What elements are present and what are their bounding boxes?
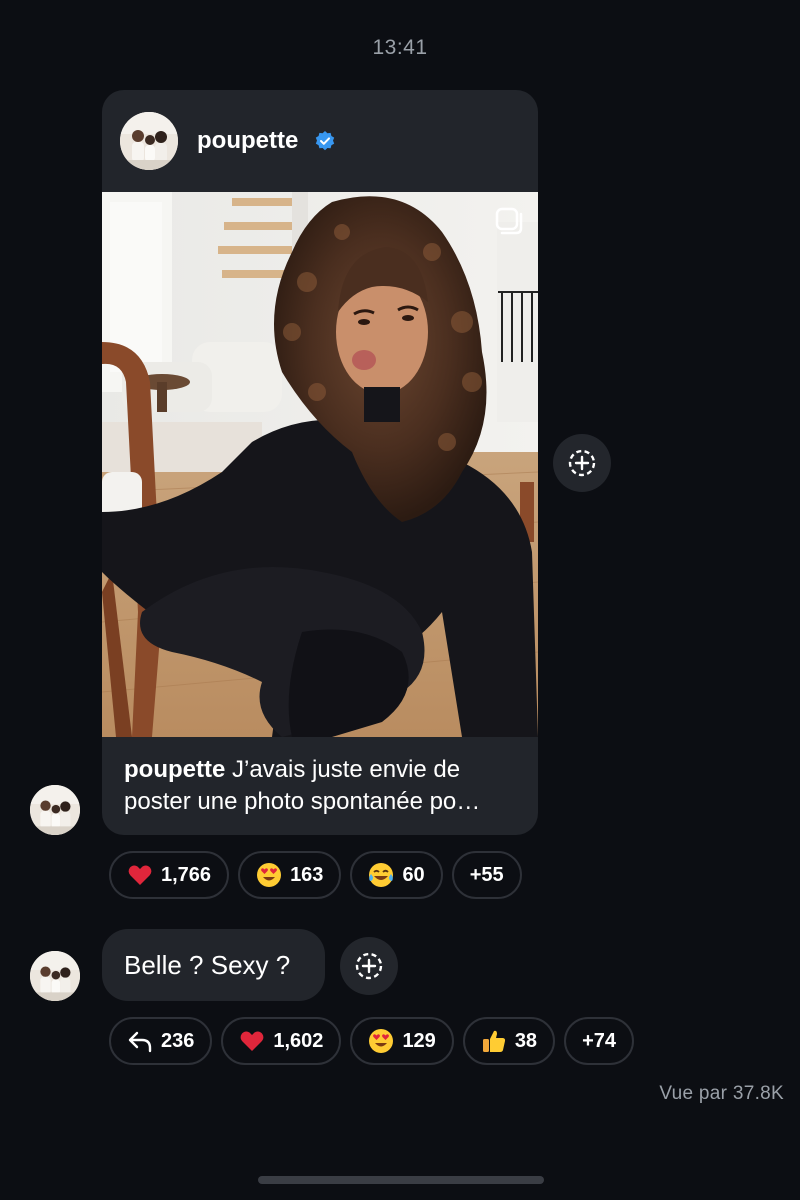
post-author-avatar[interactable] <box>120 112 178 170</box>
reaction-count: 38 <box>514 1029 538 1052</box>
shared-post-card[interactable]: poupette poupette J’avais juste envie de… <box>102 90 538 835</box>
heart-eyes-icon <box>369 1029 394 1053</box>
reaction-count: 1,602 <box>273 1029 324 1052</box>
dashed-circle-plus-icon <box>355 952 383 980</box>
red-heart-icon <box>128 865 152 885</box>
post-reactions: 1,766 163 60 +55 <box>109 851 522 899</box>
reaction-more[interactable]: +74 <box>564 1017 634 1065</box>
reaction-count: 60 <box>402 863 425 886</box>
dm-thread-screen: 13:41 poupette poupette J’avais juste en… <box>0 0 800 1200</box>
reaction-heart[interactable]: 1,766 <box>109 851 230 899</box>
tears-of-joy-icon <box>369 863 394 887</box>
reaction-heart-eyes[interactable]: 129 <box>350 1017 454 1065</box>
multiple-photos-icon <box>495 207 523 235</box>
react-add-button[interactable] <box>340 937 398 995</box>
reaction-heart[interactable]: 1,602 <box>221 1017 342 1065</box>
reaction-count: +55 <box>469 863 504 886</box>
reaction-more[interactable]: +55 <box>451 851 522 899</box>
reply-arrow-icon <box>128 1031 152 1053</box>
reaction-count: 129 <box>402 1029 436 1052</box>
post-caption[interactable]: poupette J’avais juste envie de poster u… <box>124 754 524 818</box>
sender-avatar[interactable] <box>30 785 80 835</box>
thumbs-up-icon <box>482 1030 505 1052</box>
post-header[interactable]: poupette <box>102 90 538 192</box>
post-photo[interactable] <box>102 192 538 737</box>
dashed-circle-plus-icon <box>568 449 596 477</box>
sender-avatar[interactable] <box>30 951 80 1001</box>
verified-badge-icon <box>315 131 335 151</box>
message-timestamp: 13:41 <box>372 36 428 59</box>
home-indicator[interactable] <box>258 1176 544 1184</box>
red-heart-icon <box>240 1031 264 1051</box>
react-add-button[interactable] <box>553 434 611 492</box>
heart-eyes-icon <box>257 863 282 887</box>
message-bubble[interactable]: Belle ? Sexy ? <box>102 929 325 1001</box>
reaction-tears-of-joy[interactable]: 60 <box>350 851 443 899</box>
reaction-replies[interactable]: 236 <box>109 1017 213 1065</box>
reaction-heart-eyes[interactable]: 163 <box>238 851 342 899</box>
reaction-count: 1,766 <box>161 863 212 886</box>
reaction-thumbs-up[interactable]: 38 <box>462 1017 556 1065</box>
reaction-count: +74 <box>582 1029 616 1052</box>
caption-username: poupette <box>124 756 226 783</box>
seen-by-label: Vue par 37.8K <box>659 1083 784 1104</box>
reaction-count: 163 <box>290 863 324 886</box>
message-reactions: 236 1,602 129 38 +74 <box>109 1017 634 1065</box>
reaction-count: 236 <box>161 1029 195 1052</box>
post-author-username[interactable]: poupette <box>197 127 298 155</box>
